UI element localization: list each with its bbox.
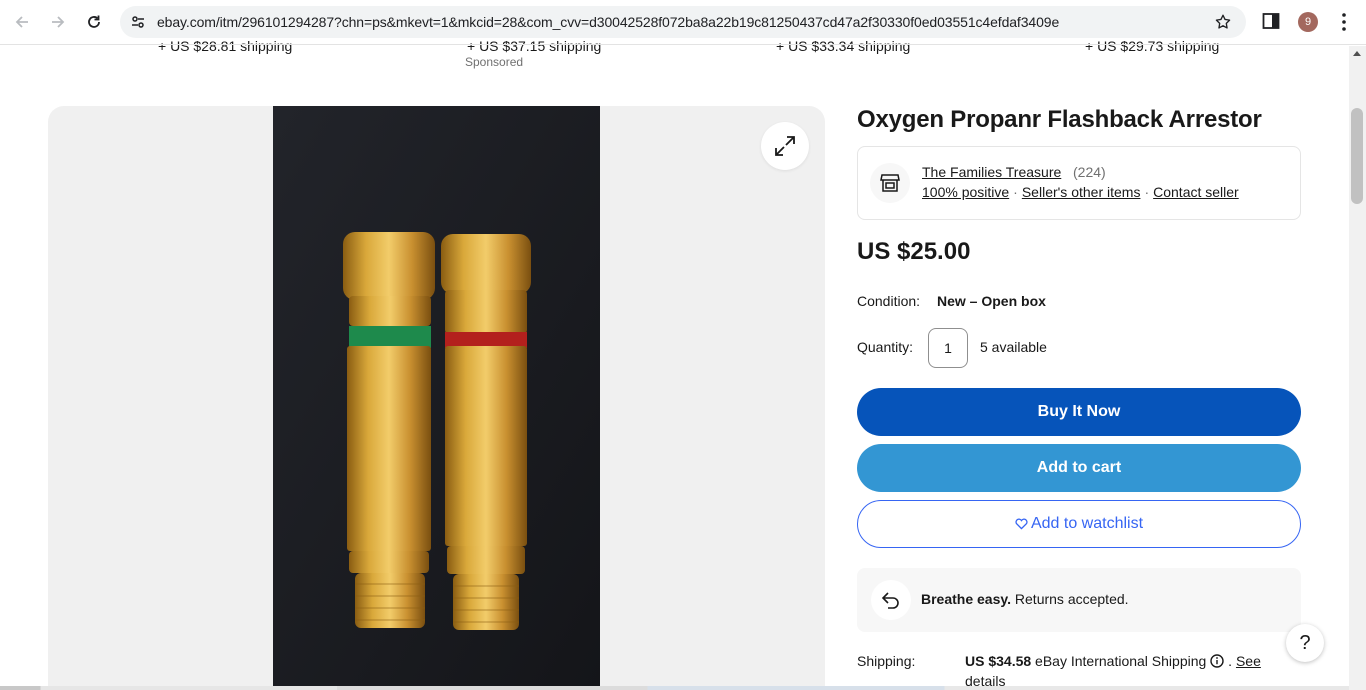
store-icon [870,163,910,203]
flashback-arrestor-image [273,106,600,690]
shipping-value: US $34.58 eBay International Shipping . … [965,653,1261,669]
quantity-input[interactable] [928,328,968,368]
shipping-label: Shipping: [857,653,916,669]
seller-feedback-count: (224) [1073,164,1106,180]
see-details-link[interactable]: See [1236,653,1261,669]
returns-detail: Returns accepted. [1011,591,1129,607]
item-price: US $25.00 [857,238,971,265]
quantity-label: Quantity: [857,339,914,355]
seller-card: The Families Treasure (224) 100% positiv… [857,146,1301,220]
watchlist-label: Add to watchlist [1030,515,1144,532]
seller-name-link[interactable]: The Families Treasure [922,164,1061,180]
item-title: Oxygen Propanr Flashback Arrestor [857,106,1262,133]
return-arrow-icon [871,580,911,620]
heart-icon [1015,518,1028,530]
add-to-cart-button[interactable]: Add to cart [857,444,1301,492]
shipping-amount: US $34.58 [965,653,1032,669]
condition-label: Condition: [857,293,921,309]
separator: · [1144,184,1150,200]
separator: · [1013,184,1018,200]
image-gallery[interactable] [48,106,825,690]
expand-image-button[interactable] [761,122,809,170]
product-photo[interactable] [273,106,600,690]
info-icon[interactable] [1210,654,1224,668]
shipping-method: eBay International Shipping [1031,653,1207,669]
returns-bold: Breathe easy. [921,591,1012,607]
returns-text: Breathe easy. Returns accepted. [921,591,1129,607]
bottom-carousel-strip [0,686,1349,690]
returns-banner: Breathe easy. Returns accepted. [857,568,1301,632]
help-button[interactable]: ? [1286,624,1324,662]
sponsored-label: Sponsored [465,55,524,69]
expand-icon [775,136,795,156]
contact-seller-link[interactable]: Contact seller [1153,184,1239,200]
scroll-thumb[interactable] [1351,108,1363,204]
page-scrollbar[interactable] [1349,46,1366,690]
buy-it-now-button[interactable]: Buy It Now [857,388,1301,436]
add-to-watchlist-button[interactable]: Add to watchlist [857,500,1301,548]
toolbar-divider [0,0,1349,45]
positive-feedback-link[interactable]: 100% positive [922,184,1009,200]
condition-value: New – Open box [937,293,1046,309]
scroll-up-arrow-icon[interactable] [1353,51,1361,56]
seller-links: 100% positive · Seller's other items · Conta… [922,184,1239,200]
seller-other-items-link[interactable]: Seller's other items [1022,184,1141,200]
available-count: 5 available [980,339,1047,355]
